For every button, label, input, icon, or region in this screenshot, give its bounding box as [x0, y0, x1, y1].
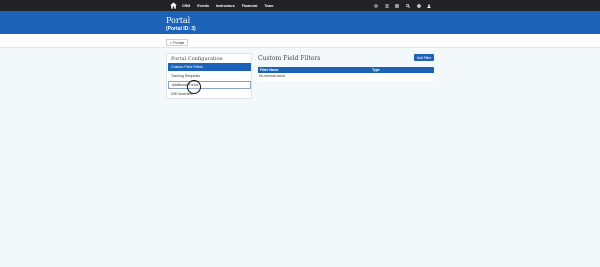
nav-item-events[interactable]: Events [197, 4, 209, 8]
list-icon[interactable] [385, 3, 389, 8]
nav-item-financial[interactable]: Financial [242, 4, 258, 8]
table-header: Filter Name Type [258, 67, 434, 73]
column-header-type[interactable]: Type [372, 67, 380, 73]
user-icon[interactable] [427, 3, 432, 8]
nav-item-instructors[interactable]: Instructors [216, 4, 235, 8]
nav-icon-group [374, 0, 438, 11]
empty-table-message: No records found [259, 74, 286, 78]
grid-icon[interactable] [395, 3, 400, 8]
sidebar-item-custom-field-filters[interactable]: Custom Field Filters [168, 63, 251, 71]
page-subtitle: (Portal ID: 3) [166, 26, 196, 32]
filters-table: Filter Name Type No records found [258, 67, 434, 81]
help-icon[interactable] [417, 3, 421, 8]
sidebar-item-additional-fields[interactable]: Additional Fields [168, 81, 251, 89]
home-icon[interactable] [170, 2, 177, 9]
sidebar-item-training-requests[interactable]: Training Requests [168, 72, 251, 80]
search-icon[interactable] [406, 3, 411, 8]
toolbar [0, 34, 600, 48]
nav-item-team[interactable]: Team [264, 4, 273, 8]
top-navbar: CRM Events Instructors Financial Team [0, 0, 600, 11]
section-title: Custom Field Filters [258, 55, 321, 62]
back-to-portals-button[interactable]: < Portals [166, 39, 189, 46]
column-header-filter-name[interactable]: Filter Name [260, 67, 278, 73]
nav-item-crm[interactable]: CRM [182, 4, 190, 8]
main-menu: CRM Events Instructors Financial Team [182, 0, 280, 11]
sidebar-title: Portal Configuration [171, 56, 223, 62]
page-title: Portal [166, 16, 191, 25]
gear-icon[interactable] [374, 3, 378, 8]
add-filter-button[interactable]: Add Filter [414, 54, 434, 61]
sidebar-item-gift-vouchers[interactable]: Gift Vouchers [168, 90, 251, 98]
page-header [0, 11, 600, 34]
portal-configuration-panel: Portal Configuration Custom Field Filter… [166, 53, 252, 99]
